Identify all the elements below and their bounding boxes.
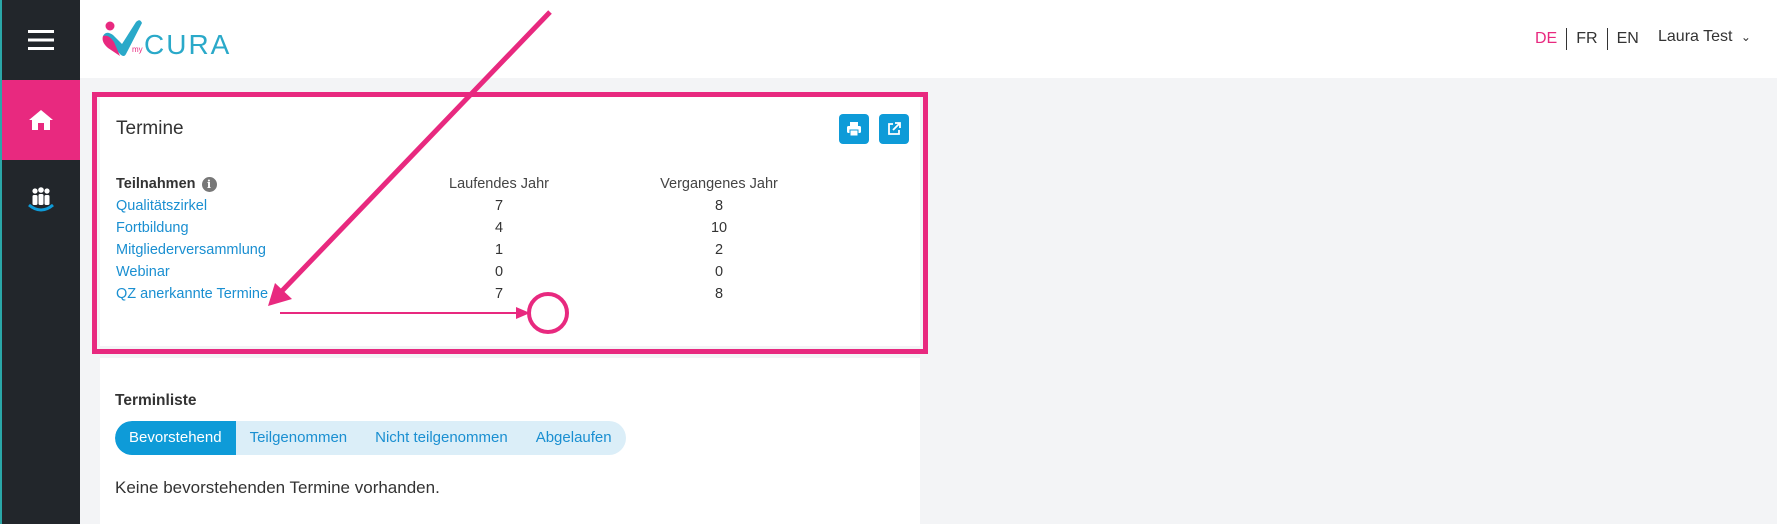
cura-logo[interactable]: my CURA [100,18,250,62]
previous-year-value: 2 [714,242,724,258]
tab-abgelaufen[interactable]: Abgelaufen [522,421,626,455]
row-label-link[interactable]: Webinar [116,264,170,280]
previous-year-value: 10 [710,220,728,236]
previous-year-value: 8 [714,198,724,214]
top-bar: my CURA DE FR EN Laura Test ⌄ [80,0,1777,78]
row-label-link[interactable]: Qualitätszirkel [116,198,207,214]
table-header-row: Teilnahmen i Laufendes Jahr Vergangenes … [116,176,778,192]
print-icon [847,122,861,137]
divider [1566,28,1568,50]
empty-state-message: Keine bevorstehenden Termine vorhanden. [115,478,440,497]
previous-year-value: 8 [714,286,724,302]
card-title: Termine [116,118,184,139]
lang-de[interactable]: DE [1535,30,1557,48]
tab-teilgenommen[interactable]: Teilgenommen [236,421,362,455]
current-year-value: 4 [494,220,504,236]
chevron-down-icon: ⌄ [1740,30,1751,44]
home-icon [29,110,53,130]
current-year-value: 1 [494,242,504,258]
table-row: QZ anerkannte Termine 7 8 [116,286,906,308]
print-button[interactable] [839,114,869,144]
info-icon[interactable]: i [201,176,217,192]
table-row: Webinar 0 0 [116,264,906,286]
terminliste-tabs: Bevorstehend Teilgenommen Nicht teilgeno… [115,421,626,455]
sidebar [0,0,80,524]
menu-icon [28,30,54,50]
current-year-value: 7 [494,198,504,214]
current-year-value: 0 [494,264,504,280]
user-menu[interactable]: Laura Test ⌄ [1658,28,1751,46]
row-label-link[interactable]: Mitgliederversammlung [116,242,266,258]
row-label-link[interactable]: QZ anerkannte Termine [116,286,268,302]
table-row: Qualitätszirkel 7 8 [116,198,906,220]
current-year-value: 7 [494,286,504,302]
sidebar-item-home[interactable] [2,80,80,160]
external-link-icon [888,122,901,135]
lang-en[interactable]: EN [1617,30,1639,48]
svg-text:CURA: CURA [144,29,231,60]
sidebar-item-members[interactable] [2,160,80,240]
table-row: Fortbildung 4 10 [116,220,906,242]
previous-year-value: 0 [714,264,724,280]
language-switcher: DE FR EN [1535,28,1639,50]
menu-button[interactable] [2,0,80,80]
svg-text:my: my [132,45,143,54]
divider [1606,28,1608,50]
terminliste-title: Terminliste [115,392,197,409]
table-row: Mitgliederversammlung 1 2 [116,242,906,264]
tab-nicht-teilgenommen[interactable]: Nicht teilgenommen [361,421,522,455]
row-label-link[interactable]: Fortbildung [116,220,189,236]
tab-bevorstehend[interactable]: Bevorstehend [115,421,236,455]
user-name: Laura Test [1658,28,1733,45]
group-icon [28,187,54,212]
termine-card: Termine Teilnahmen i Laufendes Jahr Verg… [100,96,920,346]
header-teilnahmen: Teilnahmen i [116,176,217,192]
open-external-button[interactable] [879,114,909,144]
terminliste-card: Terminliste Bevorstehend Teilgenommen Ni… [100,358,920,524]
lang-fr[interactable]: FR [1576,30,1597,48]
